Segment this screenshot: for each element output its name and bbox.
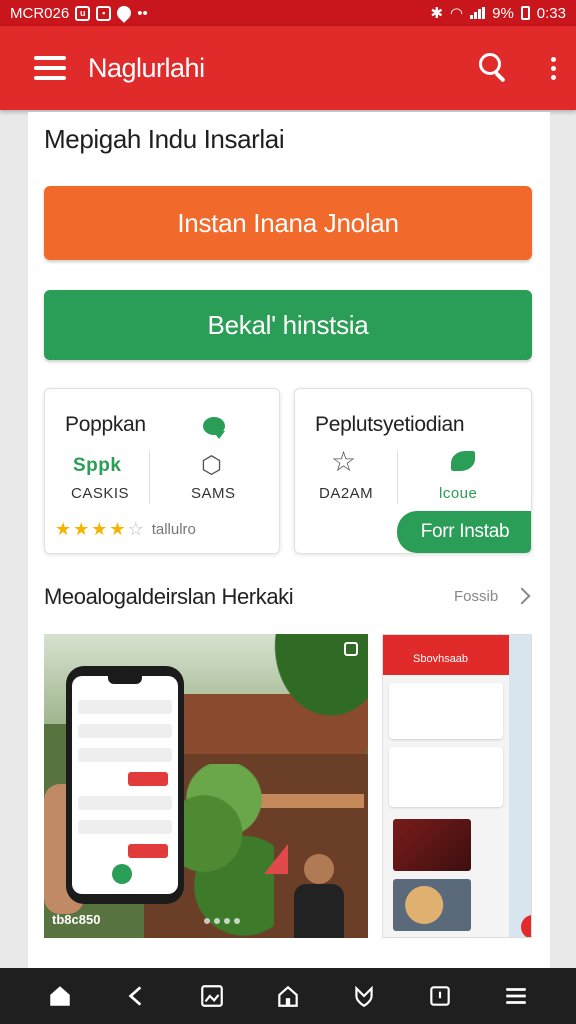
app-tile-1[interactable]: Poppkan Sppk CASKIS ⬡ SAMS ★ ★ ★ ★ ☆ tal… <box>44 388 280 554</box>
phone-row <box>78 820 172 834</box>
overflow-menu-icon[interactable] <box>551 56 556 80</box>
page-heading: Mepigah Indu Insarlai <box>44 124 285 154</box>
star-icon: ★ <box>73 519 90 539</box>
install-button[interactable]: Forr Instab <box>397 511 531 553</box>
app-actions <box>479 53 556 83</box>
tile-title: Peplutsyetiodian <box>315 413 465 436</box>
preview-image <box>393 879 471 931</box>
photo-caption: tb8c850 <box>52 912 101 927</box>
preview-card <box>389 747 503 807</box>
bottom-navigation <box>0 968 576 1024</box>
home-icon[interactable] <box>45 981 75 1011</box>
phone-row <box>78 724 172 738</box>
cube-icon: ⬡ <box>201 452 222 479</box>
phone-mockup <box>66 666 184 904</box>
phone-row <box>78 700 172 714</box>
house-outline-icon[interactable] <box>273 981 303 1011</box>
photo-person <box>294 854 344 938</box>
phone-fab <box>112 864 132 884</box>
see-all-link[interactable]: Fossib <box>454 588 498 605</box>
featured-photo[interactable]: tb8c850 <box>44 634 368 938</box>
app-preview-card[interactable]: Sbovhsaab <box>382 634 532 938</box>
square-icon[interactable] <box>425 981 455 1011</box>
more-notifications-icon: •• <box>137 4 148 22</box>
stat-label-right: lcoue <box>439 485 478 502</box>
shield-icon[interactable] <box>349 981 379 1011</box>
divider <box>149 451 150 503</box>
menu-icon[interactable] <box>501 981 531 1011</box>
stat-label-left: CASKIS <box>71 485 130 502</box>
chat-icon <box>203 417 225 439</box>
primary-button[interactable]: Instan Inana Jnolan <box>44 186 532 260</box>
preview-image <box>393 819 471 871</box>
phone-notch <box>108 676 142 684</box>
bluetooth-icon: ✱ <box>430 5 444 22</box>
section-title: Meoalogaldeirslan Herkaki <box>44 584 294 609</box>
wifi-icon: ◠ <box>450 5 464 22</box>
chevron-right-icon[interactable] <box>513 587 531 605</box>
app-title: Naglurlahi <box>88 52 205 83</box>
clock: 0:33 <box>536 4 566 22</box>
photo-badge-icon <box>344 642 358 656</box>
star-icon: ★ <box>55 519 72 539</box>
phone-screen <box>72 676 178 894</box>
gallery-icon[interactable] <box>197 981 227 1011</box>
status-left: MCR026 u ▪ •• <box>10 3 148 23</box>
back-icon[interactable] <box>121 981 151 1011</box>
star-empty-icon: ☆ <box>127 519 144 539</box>
secondary-button[interactable]: Bekal' hinstsia <box>44 290 532 360</box>
stat-value: Sppk <box>73 455 122 476</box>
star-icon: ★ <box>91 519 108 539</box>
rating-text: tallulro <box>151 521 196 538</box>
preview-card <box>389 683 503 739</box>
search-icon[interactable] <box>479 53 509 83</box>
signal-icon <box>470 7 486 19</box>
divider <box>397 451 398 503</box>
app-bar: Naglurlahi <box>0 26 576 110</box>
location-icon <box>114 3 135 23</box>
app-tile-2[interactable]: Peplutsyetiodian ☆ DA2AM lcoue Forr Inst… <box>294 388 532 554</box>
star-outline-icon: ☆ <box>331 446 357 477</box>
phone-row-accent <box>128 844 168 858</box>
phone-row <box>78 796 172 810</box>
star-icon: ★ <box>109 519 126 539</box>
preview-sidebar <box>509 635 531 937</box>
status-right: ✱ ◠ 9% 0:33 <box>430 4 566 23</box>
stat-label-right: SAMS <box>191 485 236 502</box>
menu-icon[interactable] <box>34 56 66 80</box>
battery-icon <box>520 6 530 20</box>
leaf-icon <box>451 451 475 471</box>
carousel-dots <box>204 918 240 924</box>
notification-icon: u <box>75 5 91 21</box>
status-bar: MCR026 u ▪ •• ✱ ◠ 9% 0:33 <box>0 0 576 26</box>
photo-flag <box>264 844 288 874</box>
photo-plants <box>174 764 274 938</box>
carrier-label: MCR026 <box>10 4 70 22</box>
phone-row-accent <box>128 772 168 786</box>
phone-row <box>78 748 172 762</box>
notification-icon-2: ▪ <box>96 5 112 21</box>
tile-title: Poppkan <box>65 413 146 436</box>
battery-percent: 9% <box>492 4 514 22</box>
preview-tab: Sbovhsaab <box>413 653 469 665</box>
main-content: Mepigah Indu Insarlai Instan Inana Jnola… <box>28 112 550 968</box>
stat-label-left: DA2AM <box>319 485 374 502</box>
rating-stars: ★ ★ ★ ★ ☆ tallulro <box>55 519 196 540</box>
